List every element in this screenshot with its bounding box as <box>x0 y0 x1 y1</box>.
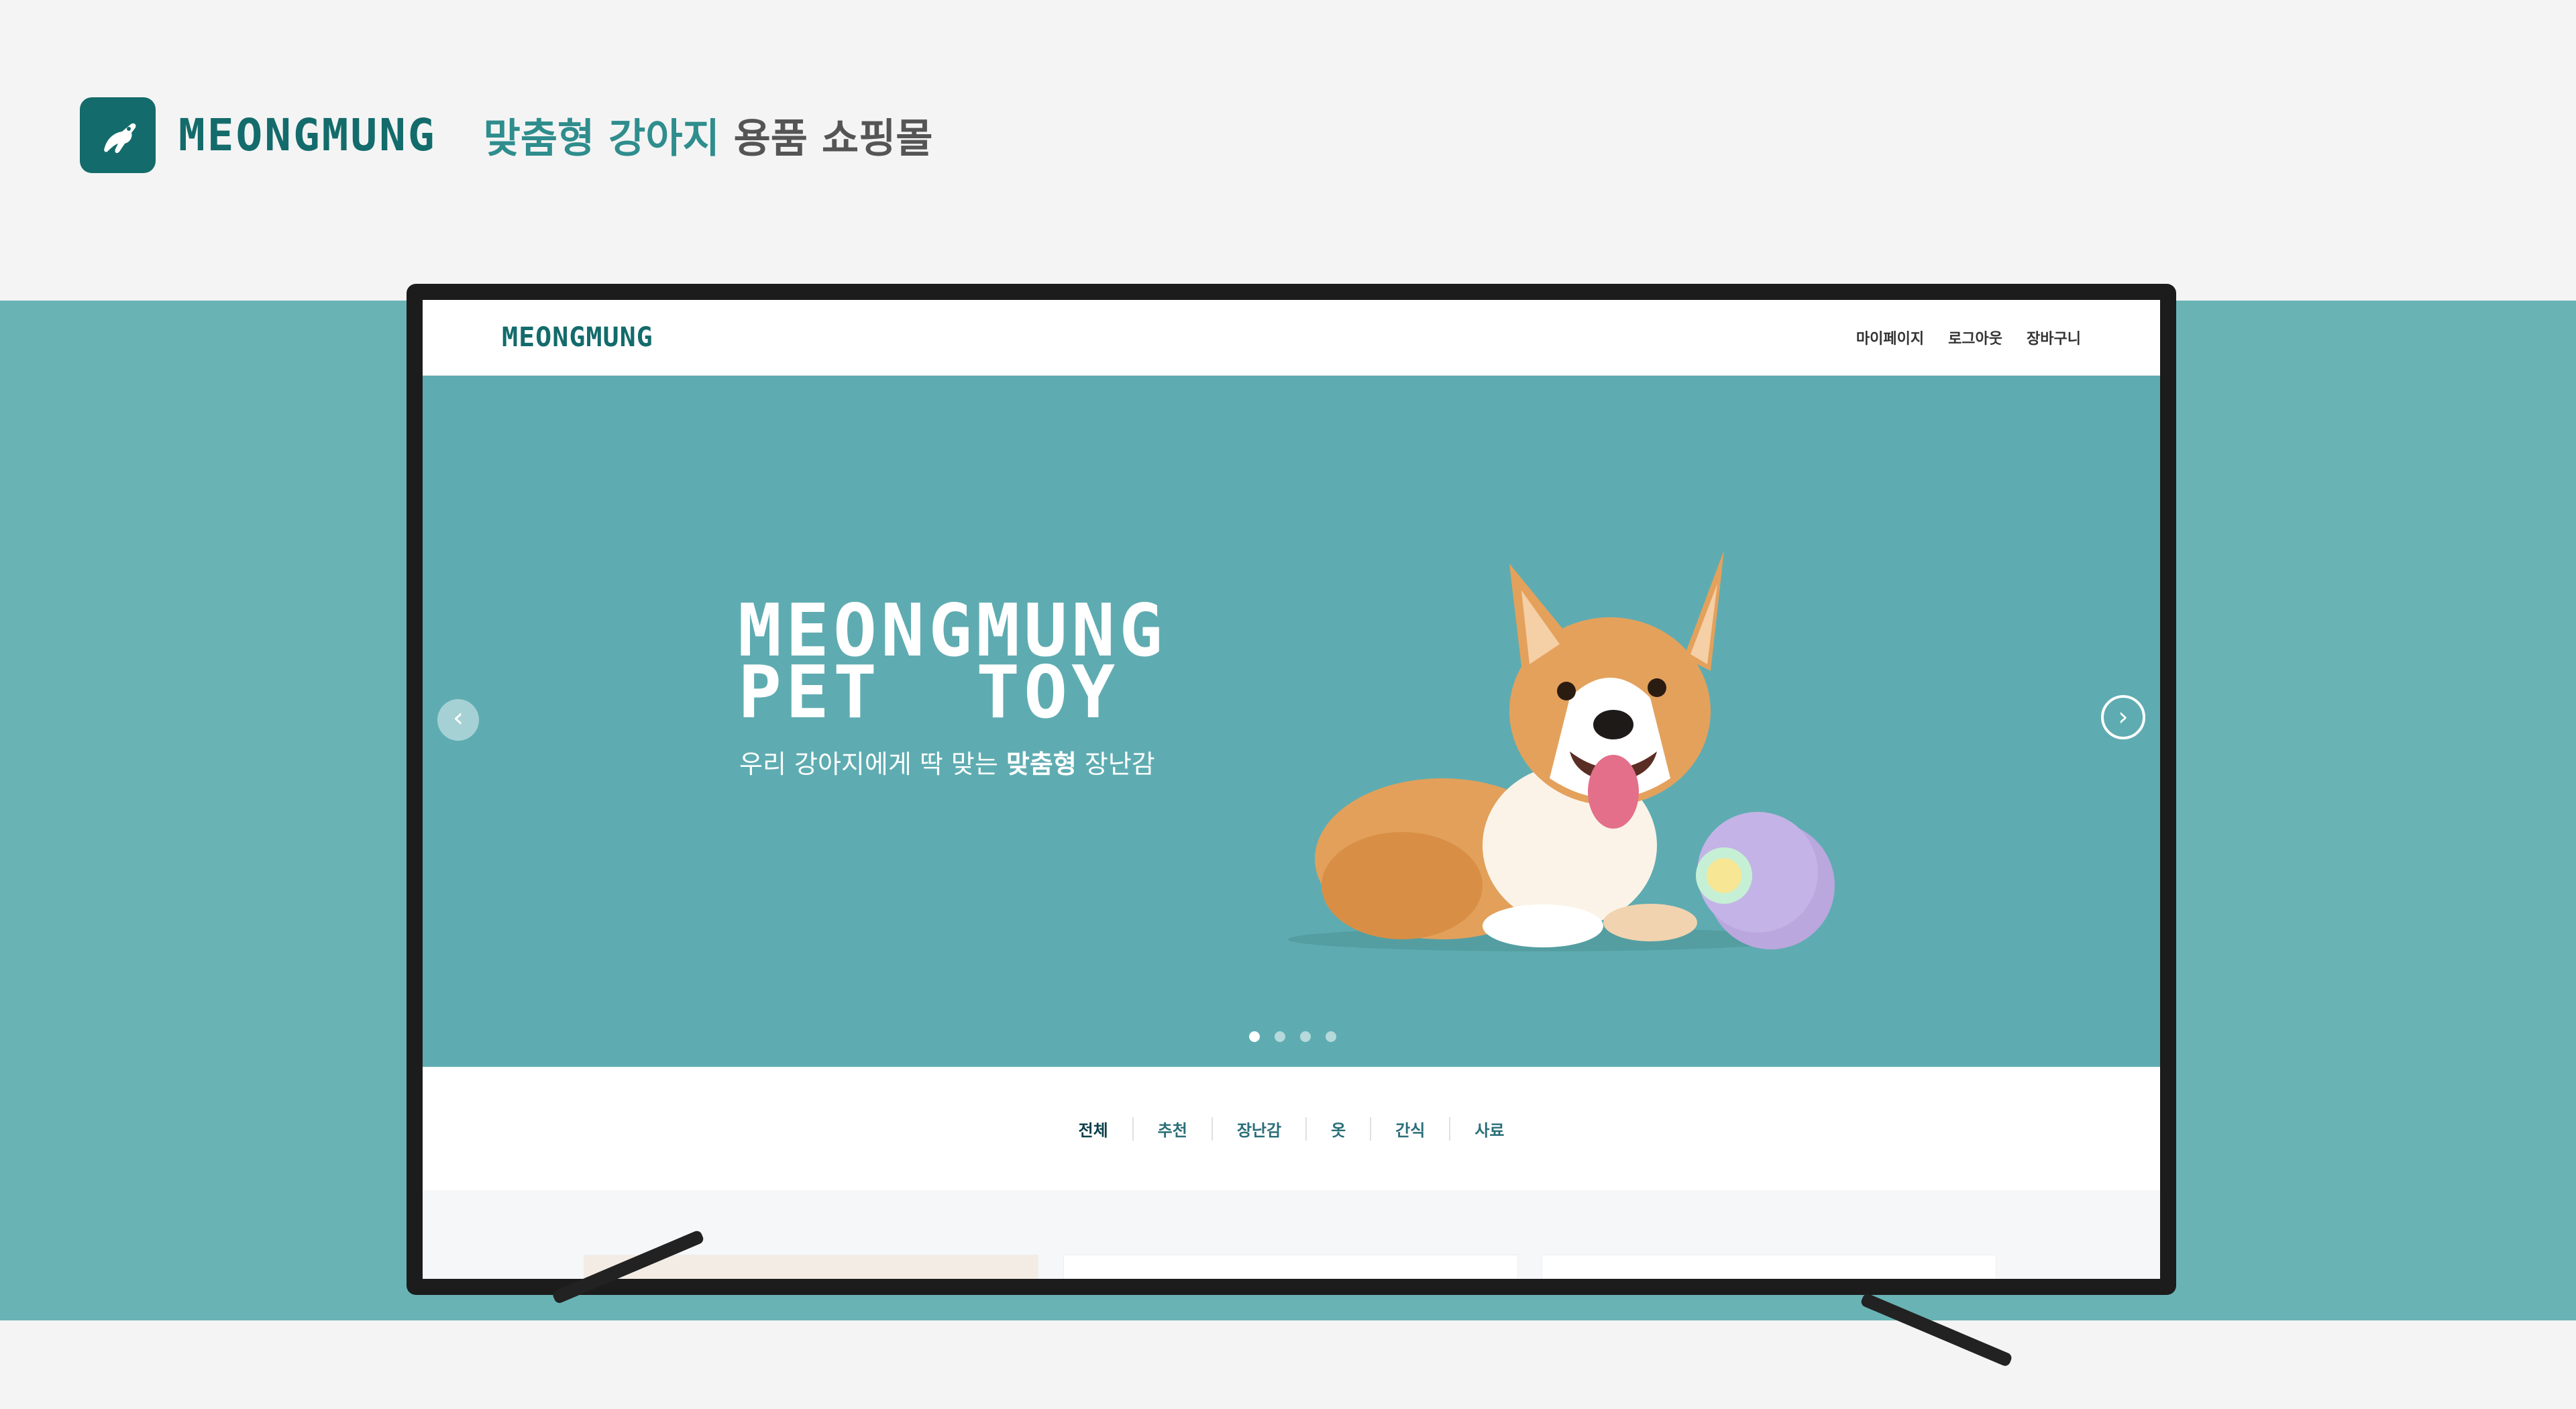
hero-banner: MEONGMUNG PET TOY 우리 강아지에게 딱 맞는 맞춤형 장난감 <box>423 376 2160 1067</box>
carousel-dot[interactable] <box>1275 1031 1285 1042</box>
product-grid <box>423 1190 2160 1279</box>
brand-tagline-rest: 용품 쇼핑몰 <box>733 115 933 162</box>
brand-header: MEONGMUNG 맞춤형 강아지 용품 쇼핑몰 <box>80 97 933 174</box>
brand-tagline-accent: 맞춤형 강아지 <box>483 115 720 162</box>
site-logo[interactable]: MEONGMUNG <box>502 322 653 353</box>
logout-link[interactable]: 로그아웃 <box>1948 327 2002 348</box>
dog-logo-icon <box>80 97 156 173</box>
hero-subtitle: 우리 강아지에게 딱 맞는 맞춤형 장난감 <box>739 743 1155 780</box>
chevron-left-icon: ‹ <box>453 702 464 733</box>
tab-clothes[interactable]: 옷 <box>1307 1116 1372 1141</box>
hero-subtitle-bold: 맞춤형 <box>1006 749 1077 779</box>
hero-title: MEONGMUNG PET TOY <box>738 595 1167 735</box>
corgi-with-ball-image <box>1288 550 1835 951</box>
mypage-link[interactable]: 마이페이지 <box>1856 327 1924 348</box>
tab-snacks[interactable]: 간식 <box>1371 1116 1451 1141</box>
category-tabs: 전체 추천 장난감 옷 간식 사료 <box>423 1067 2160 1190</box>
carousel-indicators <box>1249 1031 1336 1042</box>
monitor-frame: MEONGMUNG 마이페이지 로그아웃 장바구니 MEONGMUNG PET … <box>407 284 2176 1295</box>
site-navbar: MEONGMUNG 마이페이지 로그아웃 장바구니 <box>423 300 2160 376</box>
brand-tagline: 맞춤형 강아지 용품 쇼핑몰 <box>484 106 933 164</box>
tab-all[interactable]: 전체 <box>1054 1116 1134 1141</box>
product-card[interactable] <box>1063 1255 1518 1279</box>
hero-title-line2: PET TOY <box>738 651 1120 735</box>
hero-prev-button[interactable]: ‹ <box>437 699 479 741</box>
hero-next-button[interactable]: › <box>2101 695 2145 739</box>
carousel-dot[interactable] <box>1300 1031 1311 1042</box>
hero-subtitle-pre: 우리 강아지에게 딱 맞는 <box>739 749 1006 779</box>
hero-subtitle-post: 장난감 <box>1076 749 1155 779</box>
tab-food[interactable]: 사료 <box>1450 1117 1528 1141</box>
carousel-dot[interactable] <box>1326 1031 1336 1042</box>
cart-link[interactable]: 장바구니 <box>2027 327 2081 348</box>
tab-recommended[interactable]: 추천 <box>1134 1116 1213 1141</box>
brand-name: MEONGMUNG <box>178 109 437 161</box>
site-links: 마이페이지 로그아웃 장바구니 <box>1856 327 2081 348</box>
product-card[interactable] <box>1542 1255 1996 1279</box>
tab-toys[interactable]: 장난감 <box>1213 1116 1307 1141</box>
carousel-dot[interactable] <box>1249 1031 1260 1042</box>
chevron-right-icon: › <box>2118 702 2129 731</box>
website-screen: MEONGMUNG 마이페이지 로그아웃 장바구니 MEONGMUNG PET … <box>423 300 2160 1279</box>
